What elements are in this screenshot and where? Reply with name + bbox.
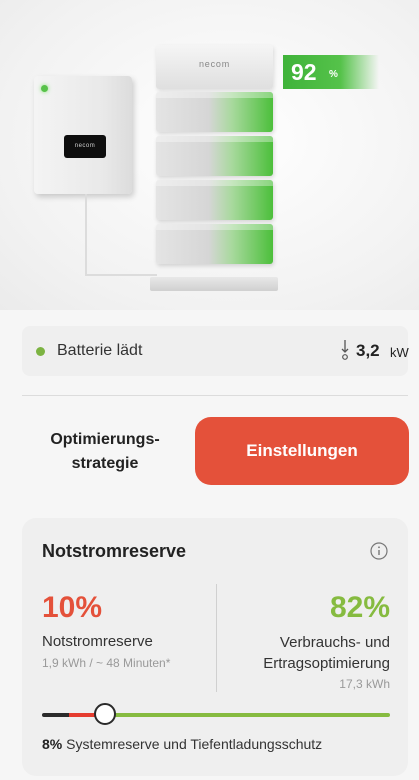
optimization-strategy-label: Optimierungs- strategie bbox=[30, 428, 180, 476]
optimization-energy: 17,3 kWh bbox=[339, 677, 390, 691]
battery-stack-illustration: necom bbox=[150, 45, 280, 291]
battery-percent-unit: % bbox=[329, 69, 338, 80]
battery-percent-value: 92 bbox=[291, 59, 317, 85]
backup-reserve-card: Notstromreserve 10% Notstromreserve 1,9 … bbox=[22, 518, 408, 776]
battery-visual: necom necom 92 % bbox=[0, 0, 419, 310]
optimization-label-line1: Verbrauchs- und bbox=[279, 634, 390, 651]
section-divider bbox=[22, 395, 408, 396]
battery-module bbox=[156, 224, 273, 264]
inverter-illustration: necom bbox=[34, 76, 132, 194]
battery-module bbox=[156, 180, 273, 220]
column-divider bbox=[216, 584, 217, 692]
charging-power-unit: kW bbox=[390, 345, 409, 360]
optimization-percent: 82% bbox=[329, 591, 390, 624]
battery-stack-base bbox=[150, 277, 278, 291]
battery-brand-logo: necom bbox=[198, 59, 230, 69]
info-icon[interactable] bbox=[370, 542, 388, 560]
system-reserve-text: Systemreserve und Tiefentladungsschutz bbox=[66, 736, 323, 752]
backup-reserve-detail: 1,9 kWh / ~ 48 Minuten* bbox=[42, 656, 171, 670]
battery-module bbox=[156, 92, 273, 132]
system-reserve-info: 8% Systemreserve und Tiefentladungsschut… bbox=[42, 736, 322, 752]
battery-percent-badge: 92 % bbox=[283, 55, 379, 89]
backup-reserve-label: Notstromreserve bbox=[42, 633, 153, 650]
inverter-display: necom bbox=[64, 135, 106, 158]
system-reserve-percent: 8% bbox=[42, 736, 63, 752]
settings-button[interactable]: Einstellungen bbox=[195, 417, 409, 485]
optimization-label-line2: Ertragsoptimierung bbox=[263, 655, 390, 672]
optimization-segment bbox=[107, 713, 390, 717]
battery-module bbox=[156, 136, 273, 176]
backup-reserve-percent: 10% bbox=[42, 591, 103, 624]
strategy-label-line1: Optimierungs- bbox=[50, 431, 160, 448]
battery-stack-top: necom bbox=[156, 45, 273, 89]
system-reserve-segment bbox=[42, 713, 69, 717]
connection-cable bbox=[85, 194, 157, 276]
status-dot-icon bbox=[36, 347, 45, 356]
reserve-slider-handle[interactable] bbox=[94, 703, 116, 725]
strategy-label-line2: strategie bbox=[71, 455, 139, 472]
backup-reserve-title: Notstromreserve bbox=[42, 541, 187, 561]
battery-status-text: Batterie lädt bbox=[57, 342, 143, 359]
charging-power-value: 3,2 bbox=[356, 341, 380, 360]
charging-arrow-icon bbox=[341, 340, 349, 360]
optimization-label: Verbrauchs- und Ertragsoptimierung bbox=[220, 632, 390, 674]
inverter-status-led bbox=[41, 85, 48, 92]
battery-status-card: Batterie lädt 3,2 kW bbox=[22, 326, 409, 376]
